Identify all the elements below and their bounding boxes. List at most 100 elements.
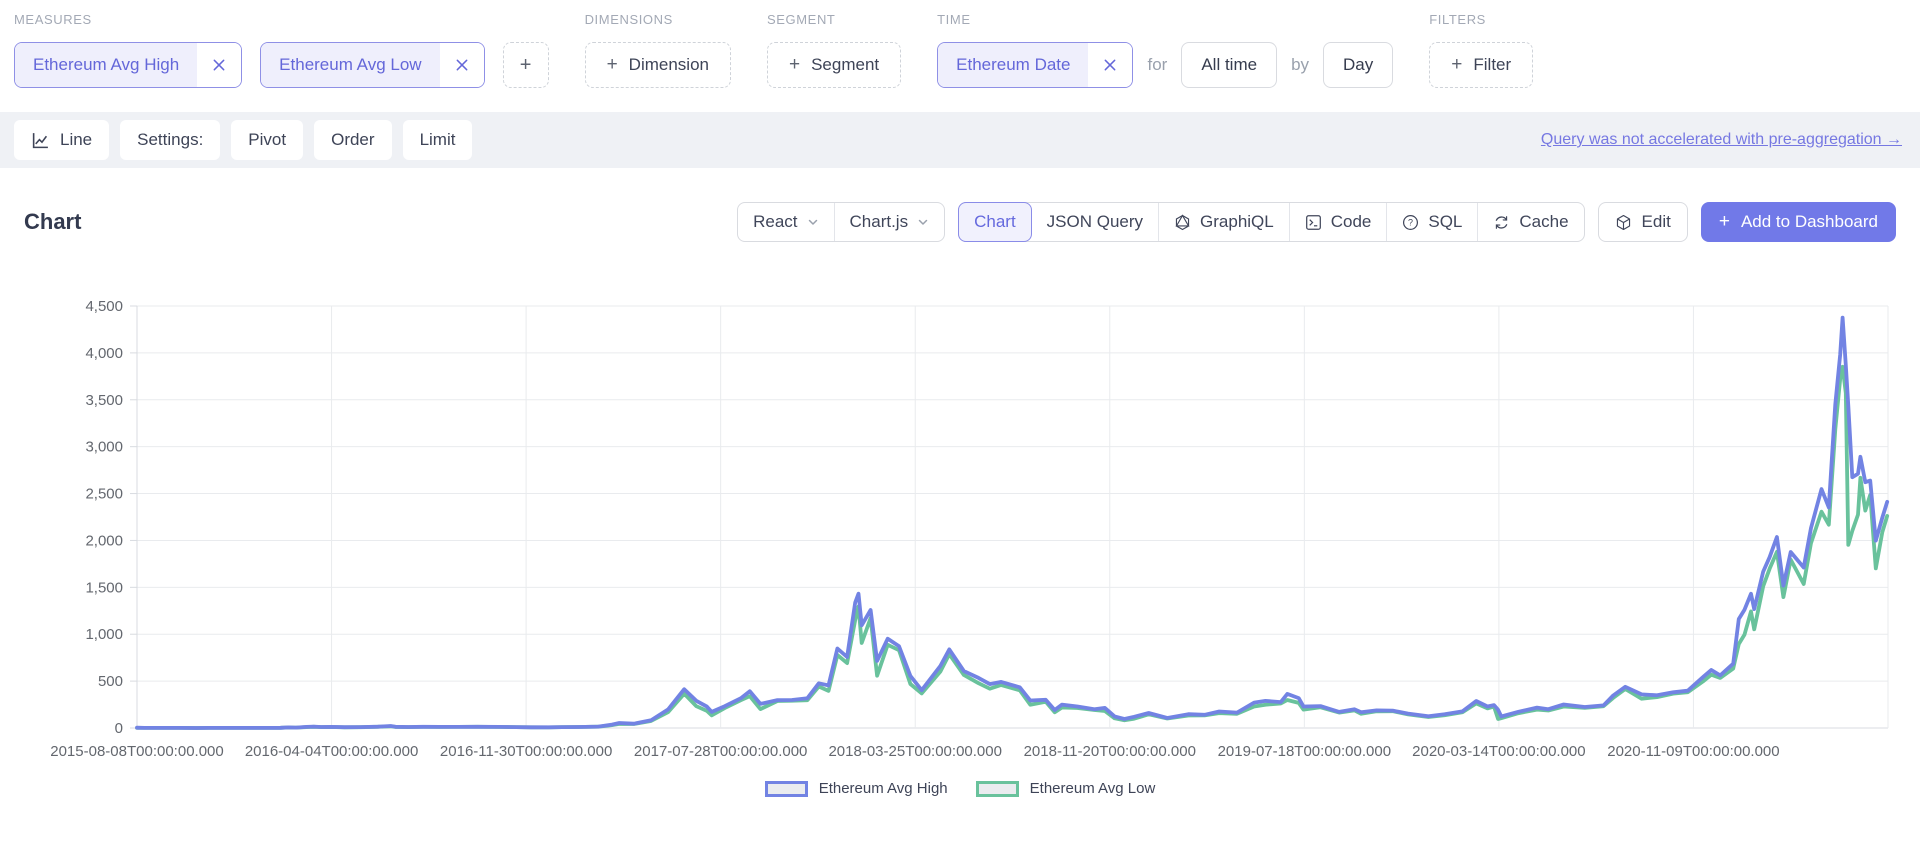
legend-label-avg-high: Ethereum Avg High [819,780,948,797]
edit-button[interactable]: Edit [1598,202,1688,242]
x-tick-label: 2019-07-18T00:00:00.000 [1218,743,1391,760]
tab-json-query[interactable]: JSON Query [1032,203,1159,241]
chevron-down-icon [917,216,929,228]
time-member-pill[interactable]: Ethereum Date [937,42,1133,88]
y-tick-label: 2,500 [85,486,123,503]
close-icon [1103,58,1117,72]
y-tick-label: 0 [115,720,123,737]
panel-actions: React Chart.js Chart JSON Query [737,202,1896,242]
tab-sql-label: SQL [1428,212,1462,232]
dimensions-section: DIMENSIONS + Dimension [585,12,731,88]
add-dimension-label: Dimension [629,55,709,75]
for-label: for [1147,55,1167,75]
x-tick-label: 2020-03-14T00:00:00.000 [1412,743,1585,760]
legend-swatch-low [976,781,1019,797]
y-tick-label: 3,000 [85,439,123,456]
chevron-down-icon [807,216,819,228]
tab-cache[interactable]: Cache [1478,203,1583,241]
date-range-button[interactable]: All time [1181,42,1277,88]
tab-cache-label: Cache [1519,212,1568,232]
tab-chart[interactable]: Chart [958,202,1032,242]
library-select[interactable]: Chart.js [835,203,945,241]
tab-code[interactable]: Code [1290,203,1388,241]
legend-item-avg-low[interactable]: Ethereum Avg Low [976,780,1156,797]
codesandbox-icon [1615,214,1632,231]
chart-panel: Chart React Chart.js Chart JSO [0,168,1920,797]
filters-section: FILTERS + Filter [1429,12,1533,88]
framework-value: React [753,212,797,232]
order-button[interactable]: Order [314,120,391,160]
remove-measure-button[interactable] [197,43,241,87]
filters-label: FILTERS [1429,12,1533,27]
query-builder: MEASURES Ethereum Avg High Ethereum Avg … [0,0,1920,112]
terminal-icon [1305,214,1322,231]
x-tick-label: 2016-11-30T00:00:00.000 [440,743,612,760]
tab-sql[interactable]: ? SQL [1387,203,1478,241]
plus-icon: + [1719,211,1730,233]
remove-measure-button[interactable] [440,43,484,87]
framework-selector-group: React Chart.js [737,202,945,242]
pivot-button[interactable]: Pivot [231,120,303,160]
x-tick-label: 2020-11-09T00:00:00.000 [1607,743,1779,760]
dimensions-label: DIMENSIONS [585,12,731,27]
time-section: TIME Ethereum Date for All time by Day [937,12,1393,88]
y-tick-label: 500 [98,673,123,690]
page-title: Chart [24,209,81,235]
plus-icon: + [789,54,800,76]
add-filter-label: Filter [1473,55,1511,75]
price-line-chart: 05001,0001,5002,0002,5003,0003,5004,0004… [24,274,1896,776]
measure-pill-label[interactable]: Ethereum Avg Low [261,43,439,87]
measure-pill-ethereum-avg-high[interactable]: Ethereum Avg High [14,42,242,88]
sync-icon [1493,214,1510,231]
x-tick-label: 2017-07-28T00:00:00.000 [634,743,807,760]
chart-type-label: Line [60,130,92,150]
plus-icon: + [607,54,618,76]
library-value: Chart.js [850,212,909,232]
add-segment-label: Segment [811,55,879,75]
y-tick-label: 4,500 [85,298,123,315]
remove-time-button[interactable] [1088,43,1132,87]
graphql-icon [1174,214,1191,231]
by-label: by [1291,55,1309,75]
line-chart-icon [31,131,50,150]
measure-pill-label[interactable]: Ethereum Avg High [15,43,197,87]
tab-graphiql[interactable]: GraphiQL [1159,203,1290,241]
legend-item-avg-high[interactable]: Ethereum Avg High [765,780,948,797]
close-icon [212,58,226,72]
x-tick-label: 2018-11-20T00:00:00.000 [1024,743,1196,760]
chart-legend: Ethereum Avg High Ethereum Avg Low [24,780,1896,797]
time-member-label[interactable]: Ethereum Date [938,43,1088,87]
y-tick-label: 1,000 [85,626,123,643]
add-measure-button[interactable]: + [503,42,549,88]
chart-type-button[interactable]: Line [14,120,109,160]
measures-label: MEASURES [14,12,549,27]
tab-code-label: Code [1331,212,1372,232]
svg-text:?: ? [1408,217,1413,227]
series-line-ethereum-avg-low [137,367,1887,728]
add-to-dashboard-button[interactable]: + Add to Dashboard [1701,202,1896,242]
add-dimension-button[interactable]: + Dimension [585,42,731,88]
segment-label: SEGMENT [767,12,901,27]
limit-button[interactable]: Limit [403,120,473,160]
preaggregation-link[interactable]: Query was not accelerated with pre-aggre… [1541,131,1906,149]
framework-select[interactable]: React [738,203,834,241]
panel-header: Chart React Chart.js Chart JSO [24,202,1896,242]
settings-label: Settings: [120,120,220,160]
close-icon [455,58,469,72]
granularity-button[interactable]: Day [1323,42,1393,88]
chart-toolbar: Line Settings: Pivot Order Limit Query w… [0,112,1920,168]
add-filter-button[interactable]: + Filter [1429,42,1533,88]
x-tick-label: 2018-03-25T00:00:00.000 [828,743,1001,760]
measure-pill-ethereum-avg-low[interactable]: Ethereum Avg Low [260,42,484,88]
time-label: TIME [937,12,1393,27]
plus-icon: + [1451,54,1462,76]
x-tick-label: 2015-08-08T00:00:00.000 [50,743,223,760]
plus-icon: + [520,54,532,77]
tab-graphiql-label: GraphiQL [1200,212,1274,232]
measures-section: MEASURES Ethereum Avg High Ethereum Avg … [14,12,549,88]
edit-label: Edit [1642,212,1671,232]
chart-area: 05001,0001,5002,0002,5003,0003,5004,0004… [24,274,1896,797]
segment-section: SEGMENT + Segment [767,12,901,88]
add-segment-button[interactable]: + Segment [767,42,901,88]
y-tick-label: 4,000 [85,345,123,362]
